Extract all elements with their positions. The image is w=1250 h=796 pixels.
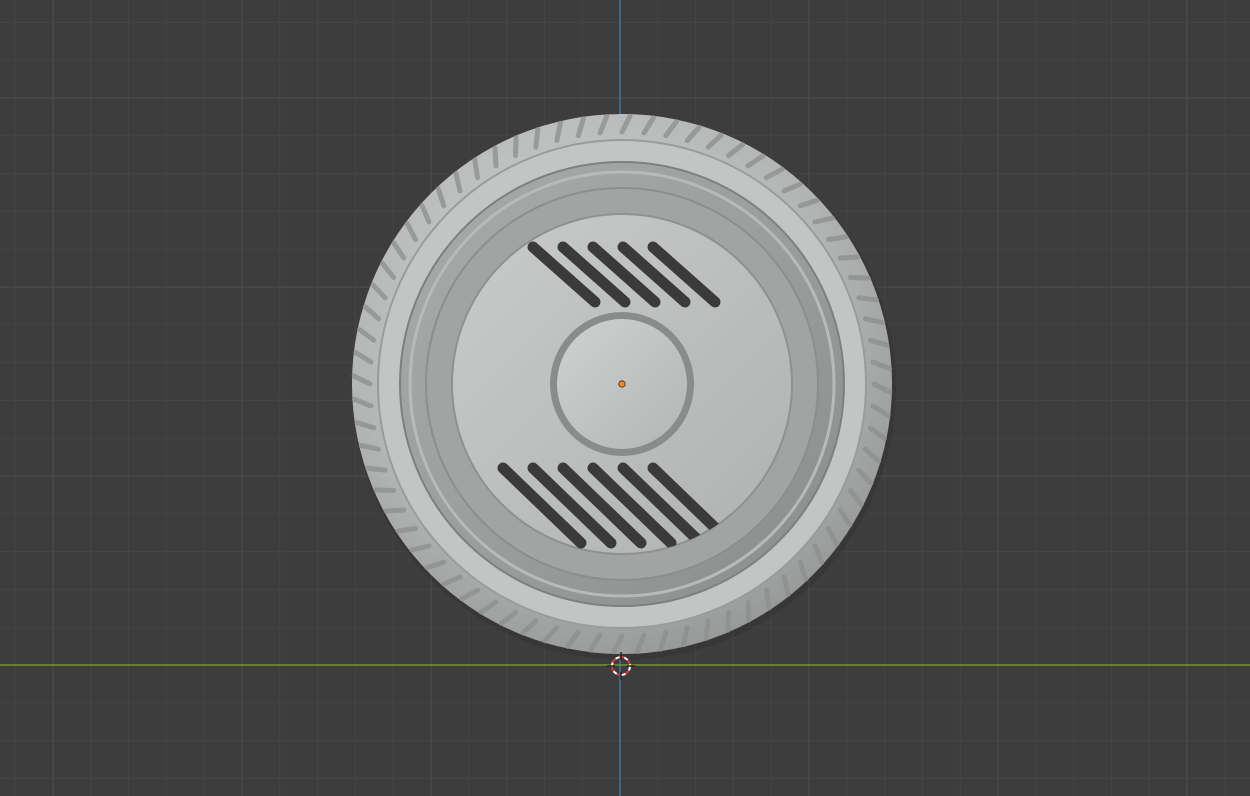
tread-block — [383, 507, 407, 514]
tread-block — [745, 599, 752, 623]
tread-block — [554, 120, 563, 144]
tread-block — [513, 135, 519, 159]
tread-block — [847, 275, 871, 281]
tread-block — [492, 145, 499, 169]
tread-block — [681, 624, 690, 648]
tread-block — [703, 618, 711, 641]
object-origin-point[interactable] — [618, 380, 626, 388]
tread-block — [358, 443, 382, 452]
tread-block — [837, 254, 861, 261]
tread-block — [373, 487, 397, 493]
tread-block — [395, 526, 419, 534]
tread-block — [856, 295, 879, 303]
3d-viewport[interactable] — [0, 0, 1250, 796]
viewport-canvas[interactable] — [0, 0, 1250, 796]
tread-block — [764, 587, 772, 611]
tread-block — [825, 234, 849, 242]
tread-block — [472, 157, 480, 181]
tread-block — [725, 609, 731, 633]
tread-block — [533, 127, 541, 150]
tread-block — [862, 316, 886, 325]
wheel-object[interactable] — [351, 113, 896, 660]
tread-block — [365, 465, 388, 473]
